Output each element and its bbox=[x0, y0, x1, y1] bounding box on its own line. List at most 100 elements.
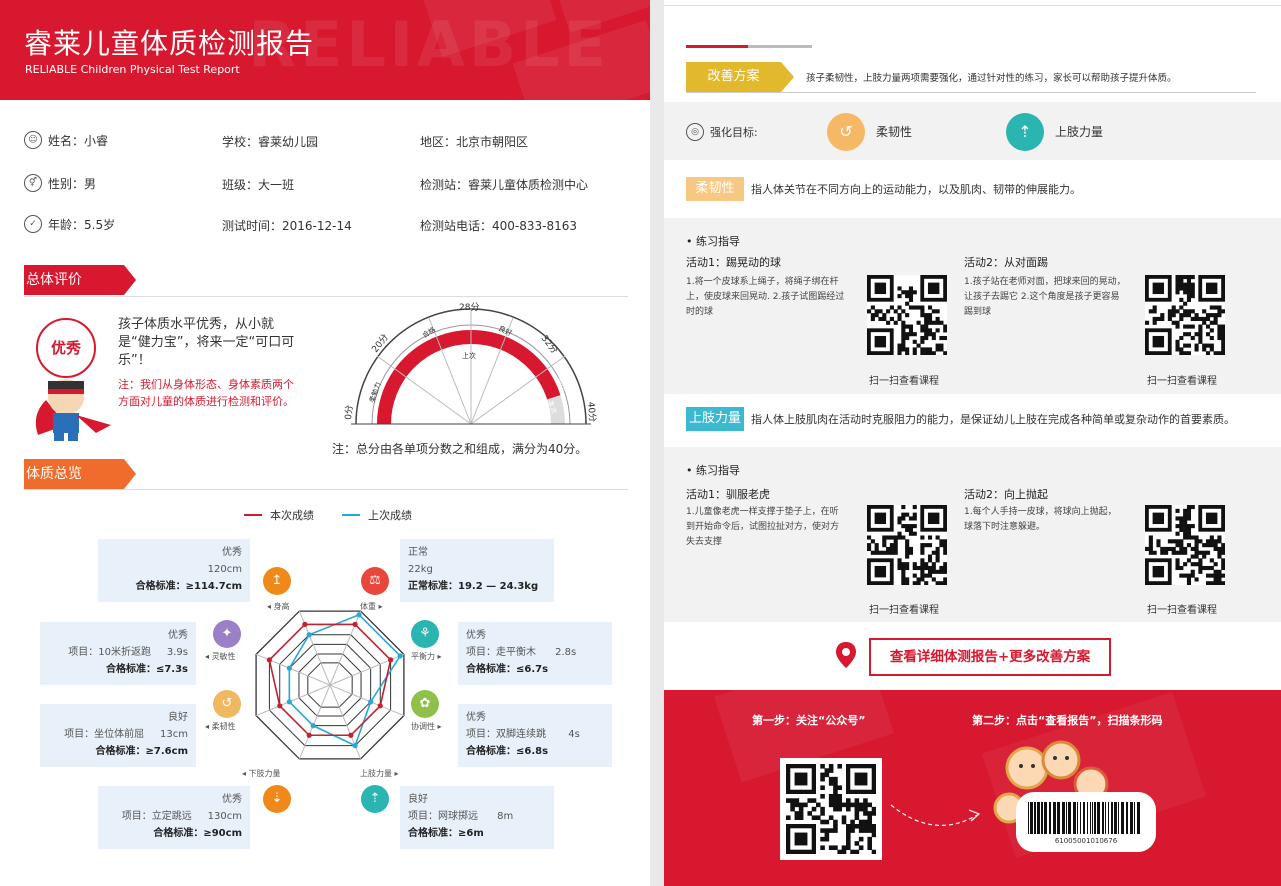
flex-practice-title: • 练习指导 bbox=[686, 235, 740, 248]
barcode-card: 61005001010676 bbox=[1016, 792, 1156, 852]
flex-grade: 良好 bbox=[168, 712, 188, 723]
box-weight: 正常 22kg 正常标准：19.2 — 24.3kg bbox=[400, 539, 554, 602]
report-page-right: 改善方案 孩子柔韧性，上肢力量两项需要强化，通过针对性的练习，家长可以帮助孩子提… bbox=[664, 0, 1281, 886]
flex-act2-qrcode[interactable] bbox=[1145, 275, 1226, 356]
accent-bar-red bbox=[686, 45, 748, 48]
legend-last-swatch bbox=[342, 514, 360, 516]
upper-std: 合格标准：≥6m bbox=[408, 828, 484, 839]
balance-icon: ⚘ bbox=[411, 620, 439, 648]
agility-std: 合格标准：≤7.3s bbox=[105, 664, 188, 675]
info-school: 学校：睿莱幼儿园 bbox=[222, 135, 319, 149]
overall-desc: 孩子体质水平优秀，从小就是“健力宝”，将来一定“可口可乐”！ bbox=[118, 317, 295, 368]
info-time: 测试时间：2016-12-14 bbox=[222, 219, 352, 233]
this-score-point-身高 bbox=[302, 621, 308, 627]
this-score-point-协调性 bbox=[377, 703, 383, 709]
flex-act2-title: 活动2：从对面踢 bbox=[964, 256, 1048, 269]
target-flex: 柔韧性 bbox=[876, 125, 913, 139]
wechat-qrcode[interactable] bbox=[780, 758, 882, 860]
gauge-tick-20: 20分 bbox=[370, 332, 391, 355]
box-height: 优秀 120cm 合格标准：≥114.7cm bbox=[98, 539, 250, 602]
step-one: 第一步：关注“公众号” bbox=[752, 714, 866, 727]
barcode-number: 61005001010676 bbox=[1054, 837, 1118, 845]
axis-label-upper: 上肢力量 ▸ bbox=[360, 769, 399, 778]
flex-definition: 指人体关节在不同方向上的运动能力，以及肌肉、韧带的伸展能力。 bbox=[751, 183, 1081, 196]
coord-item: 项目：双脚连续跳 bbox=[466, 729, 546, 740]
target-upper: 上肢力量 bbox=[1055, 125, 1104, 139]
last-score-point-协调性 bbox=[368, 699, 374, 705]
balance-value: 2.8s bbox=[555, 647, 577, 658]
axis-label-agility: ◂ 灵敏性 bbox=[205, 652, 236, 661]
upper-act2-title: 活动2：向上抛起 bbox=[964, 488, 1048, 501]
upper-grade: 良好 bbox=[408, 794, 428, 805]
lower-value: 130cm bbox=[207, 811, 242, 822]
weight-grade: 正常 bbox=[408, 547, 428, 558]
flexibility-icon: ↺ bbox=[213, 690, 241, 718]
agility-grade: 优秀 bbox=[168, 630, 188, 641]
axis-label-balance: 平衡力 ▸ bbox=[411, 652, 442, 661]
more-report-button[interactable]: 查看详细体测报告+更多改善方案 bbox=[869, 638, 1111, 676]
plan-tab: 改善方案 bbox=[707, 69, 760, 84]
this-score-point-灵敏性 bbox=[266, 657, 272, 663]
plan-desc: 孩子柔韧性，上肢力量两项需要强化，通过针对性的练习，家长可以帮助孩子提升体质。 bbox=[806, 73, 1177, 84]
gauge-note: 注：总分由各单项分数之和组成，满分为40分。 bbox=[332, 442, 588, 456]
step-two: 第二步：点击“查看报告”，扫描条形码 bbox=[972, 714, 1163, 727]
overview-tab: 体质总览 bbox=[26, 466, 82, 482]
coord-grade: 优秀 bbox=[466, 712, 486, 723]
upper-value: 8m bbox=[497, 811, 514, 822]
box-flex: 良好 项目：坐位体前屈 13cm 合格标准：≥7.6cm bbox=[40, 704, 196, 767]
balance-grade: 优秀 bbox=[466, 630, 486, 641]
last-score-point-平衡力 bbox=[397, 653, 403, 659]
height-grade: 优秀 bbox=[222, 547, 242, 558]
agility-icon: ✦ bbox=[213, 620, 241, 648]
balance-item: 项目：走平衡木 bbox=[466, 647, 536, 658]
agility-value: 3.9s bbox=[166, 647, 188, 658]
height-value: 120cm bbox=[207, 564, 242, 575]
flex-act1-qrcode[interactable] bbox=[867, 275, 948, 356]
flex-act1-title: 活动1：踢晃动的球 bbox=[686, 256, 781, 269]
balance-std: 合格标准：≤6.7s bbox=[466, 664, 549, 675]
info-station: 检测站：睿莱儿童体质检测中心 bbox=[420, 178, 589, 192]
name-text: 姓名：小睿 bbox=[48, 133, 109, 148]
weight-value: 22kg bbox=[408, 564, 433, 575]
upper-act1-scan[interactable]: 扫一扫查看课程 bbox=[869, 601, 939, 616]
overall-divider bbox=[24, 296, 628, 297]
box-agility: 优秀 项目：10米折返跑 3.9s 合格标准：≤7.3s bbox=[40, 622, 196, 685]
gauge-last-label: 上次 bbox=[462, 351, 476, 360]
accent-bar-gray bbox=[748, 45, 812, 48]
this-score-point-平衡力 bbox=[388, 657, 394, 663]
flex-act1-scan[interactable]: 扫一扫查看课程 bbox=[869, 372, 939, 387]
this-score-point-体重 bbox=[352, 621, 358, 627]
this-score-series bbox=[268, 623, 392, 737]
upper-act2-scan[interactable]: 扫一扫查看课程 bbox=[1147, 601, 1217, 616]
this-score-point-下肢力量 bbox=[306, 732, 312, 738]
lower-grade: 优秀 bbox=[222, 794, 242, 805]
upper-item: 项目：网球掷远 bbox=[408, 811, 478, 822]
info-region: 地区：北京市朝阳区 bbox=[420, 135, 529, 149]
gauge-tick-28: 28分 bbox=[459, 302, 479, 313]
top-rule bbox=[664, 5, 1281, 6]
age-text: 年龄：5.5岁 bbox=[48, 217, 116, 232]
flex-value: 13cm bbox=[160, 729, 188, 740]
legend-this-swatch bbox=[244, 514, 262, 516]
flex-tag: 柔韧性 bbox=[686, 177, 744, 201]
legend-last-label: 上次成绩 bbox=[368, 509, 412, 522]
axis-label-lower: ◂ 下肢力量 bbox=[242, 769, 281, 778]
info-gender: ⚥ 性别：男 bbox=[24, 174, 96, 192]
axis-label-flex: ◂ 柔韧性 bbox=[205, 722, 236, 731]
upper-act1-qrcode[interactable] bbox=[867, 505, 948, 586]
gauge-tick-32: 32分 bbox=[539, 333, 560, 356]
upper-act2-qrcode[interactable] bbox=[1145, 505, 1226, 586]
legend-this-label: 本次成绩 bbox=[270, 509, 314, 522]
agility-item: 项目：10米折返跑 bbox=[68, 647, 151, 658]
flex-act2-desc: 1.孩子站在老师对面，把球来回的晃动，让孩子去踢它 2.这个角度是孩子更容易踢到… bbox=[964, 277, 1126, 317]
flex-act2-scan[interactable]: 扫一扫查看课程 bbox=[1147, 372, 1217, 387]
target-icon: ◎ bbox=[686, 123, 704, 141]
upper-act1-desc: 1.儿童像老虎一样支撑于垫子上，在听到开始命令后，试图拉扯对方，使对方失去支撑 bbox=[686, 507, 840, 547]
upper-act2-desc: 1.每个人手持一皮球，将球向上抛起，球落下时注意躲避。 bbox=[964, 507, 1117, 532]
this-score-point-柔韧性 bbox=[277, 703, 283, 709]
axis-label-coordination: 协调性 ▸ bbox=[411, 722, 442, 731]
coordination-icon: ✿ bbox=[411, 690, 439, 718]
grade-badge: 优秀 bbox=[36, 318, 96, 378]
radar-chart bbox=[255, 610, 405, 760]
box-balance: 优秀 项目：走平衡木 2.8s 合格标准：≤6.7s bbox=[458, 622, 612, 685]
